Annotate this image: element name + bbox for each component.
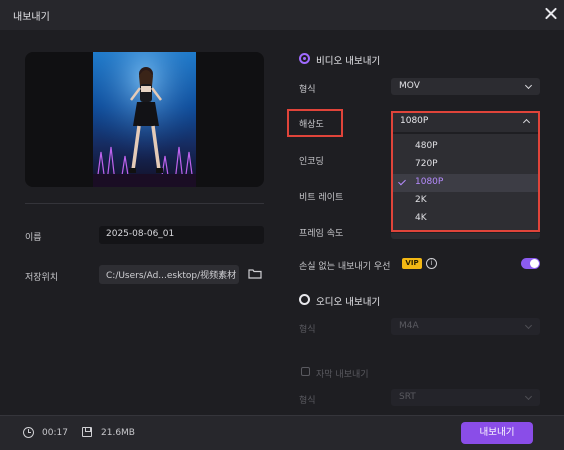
preview-thumbnail	[93, 52, 196, 187]
name-label: 이름	[25, 233, 42, 243]
location-label: 저장위치	[25, 273, 59, 283]
duration-text: 00:17	[42, 428, 68, 438]
vip-badge: VIP	[402, 258, 422, 269]
resolution-options-list: 480P 720P 1080P 2K 4K	[393, 134, 538, 230]
audio-format-select[interactable]: M4A	[391, 318, 540, 335]
video-export-radio[interactable]	[299, 53, 310, 64]
chevron-down-icon	[524, 392, 533, 401]
subtitle-format-select[interactable]: SRT	[391, 389, 540, 406]
encoding-label: 인코딩	[299, 157, 324, 167]
export-button[interactable]: 내보내기	[461, 422, 533, 444]
chevron-down-icon	[524, 81, 533, 90]
audio-format-value: M4A	[399, 321, 419, 331]
close-icon[interactable]	[541, 4, 561, 24]
resolution-option-720p[interactable]: 720P	[393, 156, 538, 174]
video-export-label: 비디오 내보내기	[316, 56, 381, 67]
subtitle-export-label: 자막 내보내기	[316, 370, 369, 380]
title-bar	[0, 0, 564, 30]
framerate-label: 프레임 속도	[299, 229, 344, 239]
video-format-label: 형식	[299, 85, 316, 95]
bitrate-label: 비트 레이트	[299, 193, 344, 203]
check-icon	[398, 177, 406, 186]
video-preview	[25, 52, 264, 187]
resolution-option-label: 1080P	[415, 177, 444, 187]
video-format-value: MOV	[399, 81, 420, 91]
resolution-option-480p[interactable]: 480P	[393, 138, 538, 156]
folder-icon[interactable]	[248, 268, 262, 279]
filename-input[interactable]: 2025-08-06_01	[99, 226, 264, 244]
divider	[25, 203, 264, 204]
clock-icon	[23, 427, 34, 438]
video-format-select[interactable]: MOV	[391, 78, 540, 95]
subtitle-format-value: SRT	[399, 392, 416, 402]
info-icon[interactable]: i	[426, 258, 437, 269]
resolution-label: 해상도	[299, 120, 324, 130]
file-size-text: 21.6MB	[101, 428, 135, 438]
resolution-select[interactable]: 1080P	[393, 113, 538, 132]
chevron-down-icon	[524, 321, 533, 330]
window-title: 내보내기	[13, 12, 50, 23]
file-size-icon	[82, 427, 92, 437]
subtitle-export-checkbox[interactable]	[301, 367, 310, 376]
resolution-option-2k[interactable]: 2K	[393, 192, 538, 210]
resolution-value: 1080P	[400, 116, 429, 126]
chevron-up-icon	[522, 118, 531, 127]
audio-format-label: 형식	[299, 325, 316, 335]
subtitle-format-label: 형식	[299, 396, 316, 406]
audio-export-radio[interactable]	[299, 294, 310, 305]
framerate-select[interactable]	[391, 233, 540, 239]
lossless-toggle[interactable]	[521, 258, 540, 269]
save-location-field[interactable]: C:/Users/Ad...esktop/视频素材	[99, 265, 239, 284]
audio-export-label: 오디오 내보내기	[316, 297, 381, 308]
preview-figure	[93, 52, 196, 187]
resolution-option-1080p[interactable]: 1080P	[393, 174, 538, 192]
resolution-option-4k[interactable]: 4K	[393, 210, 538, 228]
lossless-label: 손실 없는 내보내기 우선	[299, 262, 391, 272]
